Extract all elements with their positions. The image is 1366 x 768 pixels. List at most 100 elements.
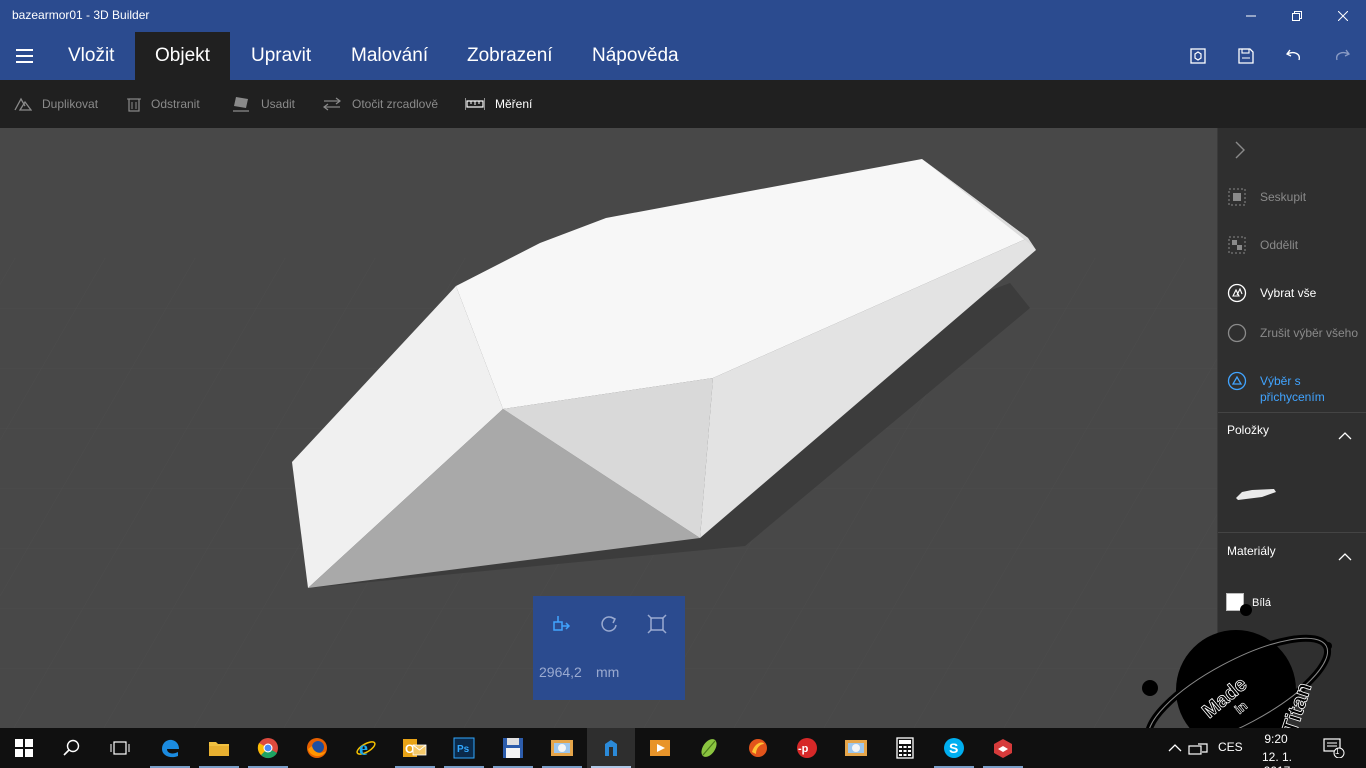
move-tool-button[interactable] [545,608,577,640]
mirror-label: Otočit zrcadlově [352,97,439,111]
input-language-indicator[interactable]: CES [1218,740,1243,754]
floppy-disk-icon [503,738,523,758]
snap-select-button[interactable]: Výběr s přichycením [1226,371,1364,405]
undo-button[interactable] [1278,40,1310,72]
tab-help[interactable]: Nápověda [572,32,699,80]
windows-taskbar: e O Ps -p S CES 9:20 12. 1. 1 [0,728,1366,768]
ungroup-button[interactable]: Oddělit [1226,234,1364,256]
snap-select-label: Výběr s přichycením [1260,374,1325,404]
rotate-icon [601,616,617,632]
materials-collapse-button[interactable] [1336,548,1354,566]
network-tray-button[interactable] [1186,736,1210,760]
notification-icon [1323,738,1345,758]
restore-button[interactable] [1274,0,1320,32]
redo-icon [1336,49,1350,61]
group-icon [1226,186,1248,208]
ungroup-label: Oddělit [1260,238,1299,252]
photoshop-icon: Ps [453,737,475,759]
clock-time[interactable]: 9:20 [1254,732,1298,746]
image-viewer-app-2[interactable] [832,728,880,768]
mirror-icon [323,97,341,111]
measure-button[interactable]: Měření [465,80,532,128]
clock-date[interactable]: 12. 1. 2017 [1250,750,1304,768]
select-all-button[interactable]: Vybrat vše [1226,283,1364,304]
outlook-mail-icon: O [403,739,427,757]
sketchup-app[interactable] [979,728,1027,768]
tab-insert[interactable]: Vložit [48,32,134,80]
settle-button[interactable]: Usadit [233,80,295,128]
rotate-tool-button[interactable] [593,608,625,640]
redo-button[interactable] [1326,40,1358,72]
image-viewer-icon [845,740,867,756]
edge-app[interactable] [146,728,194,768]
media-player-app[interactable] [636,728,684,768]
task-view-button[interactable] [96,728,144,768]
start-button[interactable] [0,728,48,768]
svg-text:-p: -p [798,743,809,755]
select-all-label: Vybrat vše [1260,286,1317,300]
collapse-panel-button[interactable] [1228,138,1252,162]
skype-app[interactable]: S [930,728,978,768]
tab-edit[interactable]: Upravit [231,32,331,80]
minimize-button[interactable] [1228,0,1274,32]
close-button[interactable] [1320,0,1366,32]
file-explorer-app[interactable] [195,728,243,768]
3d-builder-app[interactable] [587,728,635,768]
show-hidden-icons-button[interactable] [1163,736,1187,760]
scale-icon [647,614,667,634]
settle-label: Usadit [261,97,296,111]
chrome-app[interactable] [244,728,292,768]
measure-panel: 2964,2 mm [533,596,685,700]
settle-icon [233,97,249,112]
calculator-icon [896,737,914,759]
measure-value[interactable]: 2964,2 [539,664,582,680]
search-button[interactable] [48,728,96,768]
export-model-button[interactable] [1182,40,1214,72]
hamburger-menu-icon[interactable] [8,40,40,72]
deselect-all-icon [1226,322,1248,344]
scale-tool-button[interactable] [641,608,673,640]
green-app[interactable] [685,728,733,768]
photoshop-app[interactable]: Ps [440,728,488,768]
restore-icon [1292,11,1302,21]
calculator-app[interactable] [881,728,929,768]
folder-icon [209,742,229,756]
tab-view[interactable]: Zobrazení [447,32,573,80]
deselect-all-button[interactable]: Zrušit výběr všeho [1226,322,1364,344]
internet-explorer-app[interactable]: e [342,728,390,768]
mirror-button[interactable]: Otočit zrcadlově [322,80,438,128]
green-leaf-icon [701,739,717,757]
group-button[interactable]: Seskupit [1226,186,1364,208]
window-title: bazearmor01 - 3D Builder [12,8,150,22]
trash-icon [127,98,141,112]
ungroup-icon [1226,234,1248,256]
item-thumbnail[interactable] [1234,484,1278,504]
search-icon [63,739,80,756]
tab-object[interactable]: Objekt [135,32,230,80]
floppy-save-app[interactable] [489,728,537,768]
group-label: Seskupit [1260,190,1307,204]
notification-count: 1 [1335,747,1340,756]
tab-paint[interactable]: Malování [331,32,448,80]
duplicate-button[interactable]: Duplikovat [14,80,98,128]
image-viewer-app[interactable] [538,728,586,768]
3d-viewport[interactable]: 2964,2 mm [0,128,1217,728]
action-center-button[interactable]: 1 [1322,736,1346,760]
red-app[interactable]: -p [783,728,831,768]
chevron-up-icon [1338,432,1352,440]
firefox-app[interactable] [293,728,341,768]
measure-unit: mm [596,664,620,680]
delete-label: Odstranit [151,97,200,111]
save-button[interactable] [1230,40,1262,72]
outlook-app[interactable]: O [391,728,439,768]
delete-button[interactable]: Odstranit [127,80,200,128]
chrome-icon [257,738,278,759]
divider [1218,412,1366,413]
svg-text:e: e [359,738,368,759]
measure-label: Měření [495,97,533,111]
svg-text:Ps: Ps [457,744,470,755]
firefox-icon [307,738,327,758]
orange-app[interactable] [734,728,782,768]
items-collapse-button[interactable] [1336,427,1354,445]
ruler-icon [465,98,485,110]
